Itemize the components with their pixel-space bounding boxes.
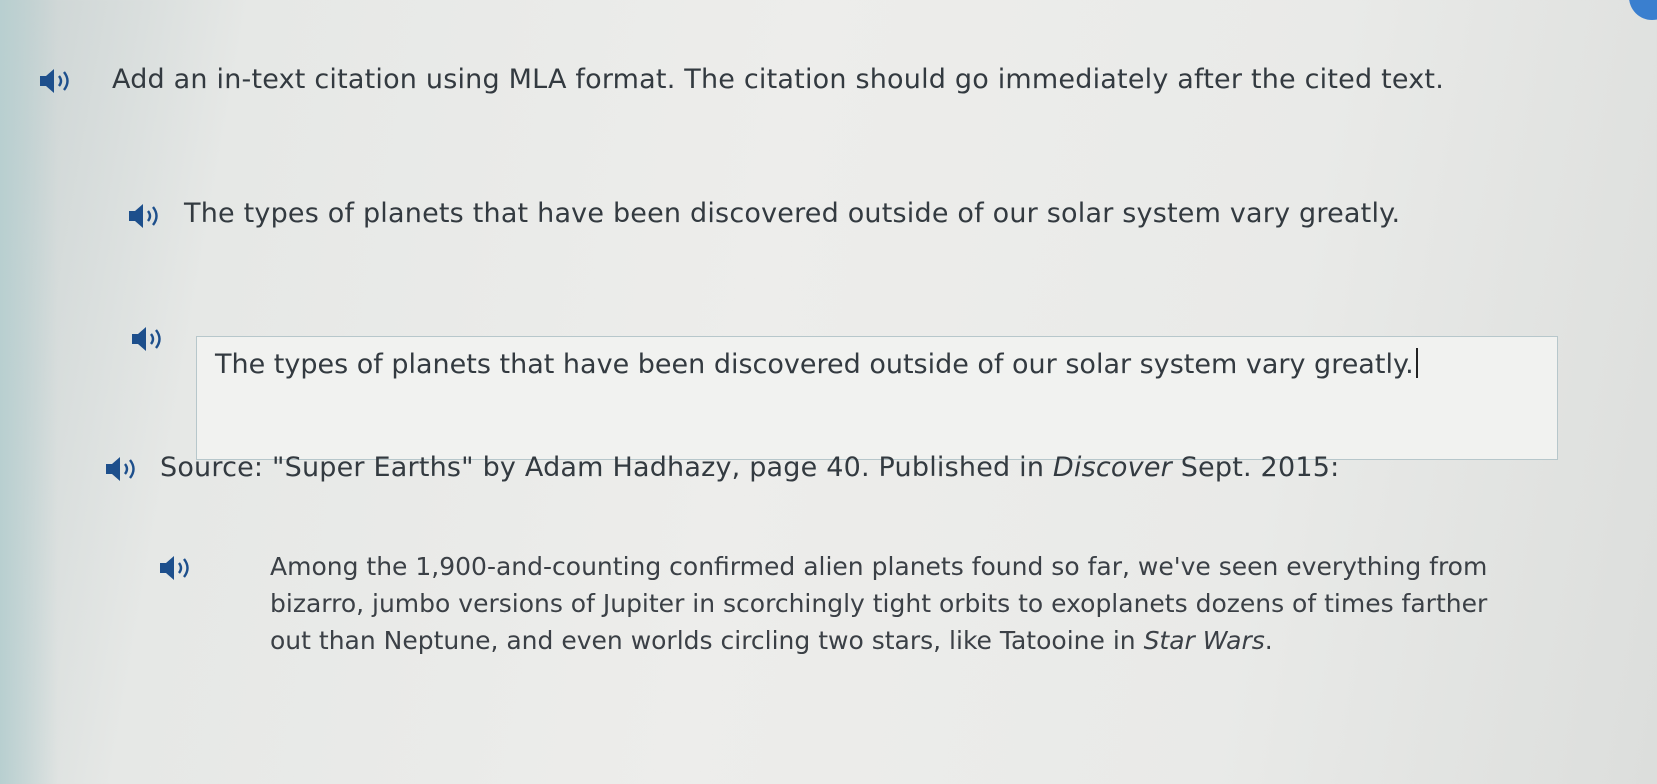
answer-field-value: The types of planets that have been disc… <box>215 349 1414 380</box>
left-shadow <box>0 0 58 784</box>
speaker-icon[interactable] <box>104 456 142 482</box>
excerpt-end: . <box>1264 626 1273 655</box>
speaker-icon[interactable] <box>130 326 168 352</box>
source-prefix: Source: "Super Earths" by Adam Hadhazy, … <box>160 452 1053 483</box>
prompt-sentence: The types of planets that have been disc… <box>184 198 1401 229</box>
text-cursor <box>1415 348 1418 378</box>
excerpt-title: Star Wars <box>1143 626 1265 655</box>
excerpt-text: Among the 1,900-and-counting confirmed a… <box>270 552 1488 655</box>
citation-answer-field[interactable]: The types of planets that have been disc… <box>196 336 1558 460</box>
source-publication: Discover <box>1052 452 1172 483</box>
source-excerpt: Among the 1,900-and-counting confirmed a… <box>270 548 1530 659</box>
instruction-text: Add an in-text citation using MLA format… <box>112 64 1444 95</box>
source-line: Source: "Super Earths" by Adam Hadhazy, … <box>160 446 1640 490</box>
speaker-icon[interactable] <box>158 555 196 581</box>
corner-badge <box>1629 0 1657 20</box>
source-suffix: Sept. 2015: <box>1171 452 1340 483</box>
